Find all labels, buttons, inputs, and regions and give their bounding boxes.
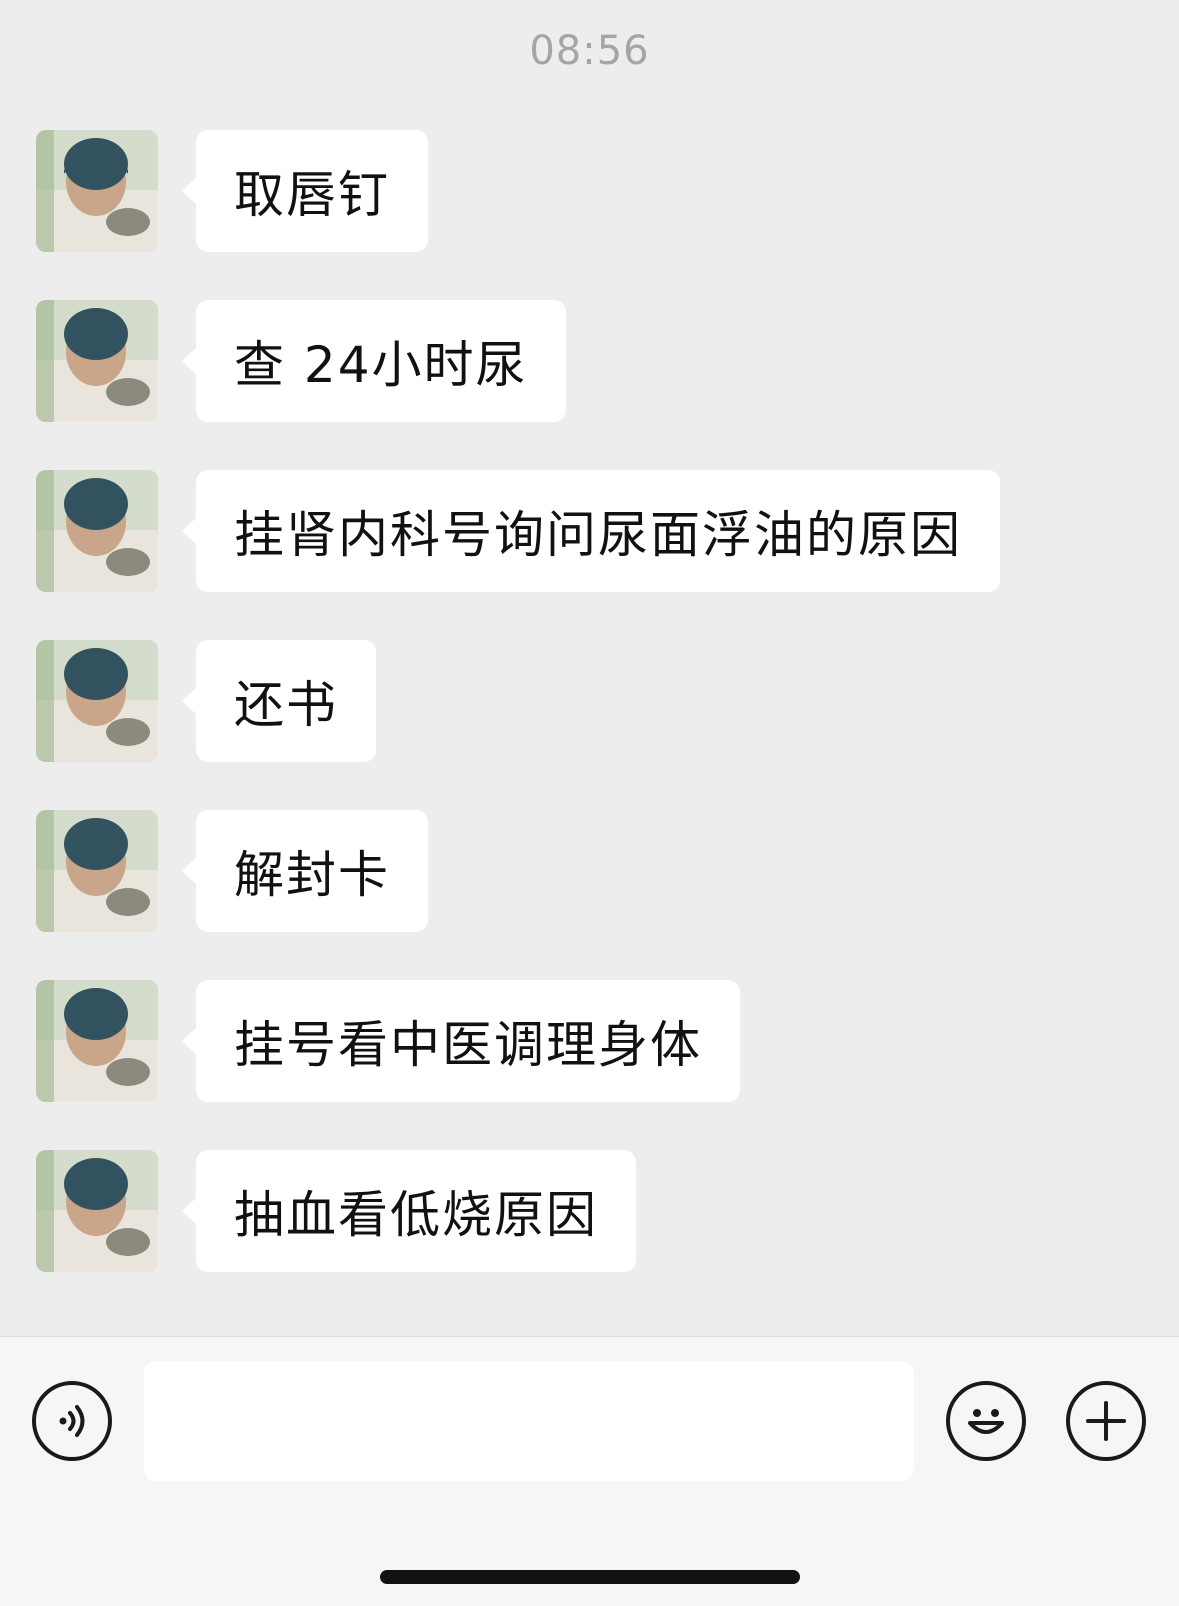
message-row: 查 24小时尿 (36, 300, 566, 422)
avatar-image (36, 300, 158, 422)
home-indicator[interactable] (380, 1570, 800, 1584)
message-bubble[interactable]: 还书 (182, 640, 376, 762)
avatar-image (36, 1150, 158, 1272)
message-bubble[interactable]: 挂号看中医调理身体 (182, 980, 740, 1102)
message-timestamp: 08:56 (529, 28, 650, 74)
message-row: 解封卡 (36, 810, 428, 932)
input-bar (0, 1336, 1179, 1606)
emoji-icon (968, 1409, 1004, 1434)
message-bubble[interactable]: 查 24小时尿 (182, 300, 566, 422)
more-button[interactable] (1066, 1381, 1146, 1461)
avatar-image (36, 470, 158, 592)
message-row: 抽血看低烧原因 (36, 1150, 636, 1272)
avatar[interactable] (36, 810, 158, 932)
emoji-button[interactable] (946, 1381, 1026, 1461)
avatar-image (36, 980, 158, 1102)
voice-button[interactable] (32, 1381, 112, 1461)
message-row: 取唇钉 (36, 130, 428, 252)
avatar-image (36, 810, 158, 932)
message-bubble[interactable]: 解封卡 (182, 810, 428, 932)
avatar-image (36, 130, 158, 252)
message-row: 挂号看中医调理身体 (36, 980, 740, 1102)
avatar[interactable] (36, 470, 158, 592)
message-bubble[interactable]: 抽血看低烧原因 (182, 1150, 636, 1272)
message-bubble[interactable]: 挂肾内科号询问尿面浮油的原因 (182, 470, 1000, 592)
avatar[interactable] (36, 1150, 158, 1272)
plus-icon (1086, 1401, 1126, 1441)
message-row: 挂肾内科号询问尿面浮油的原因 (36, 470, 1000, 592)
avatar-image (36, 640, 158, 762)
message-input[interactable] (144, 1361, 914, 1481)
message-bubble[interactable]: 取唇钉 (182, 130, 428, 252)
message-row: 还书 (36, 640, 376, 762)
avatar[interactable] (36, 640, 158, 762)
avatar[interactable] (36, 130, 158, 252)
chat-area: 08:56 取唇钉 查 24小时尿 挂肾内科号询问尿面浮油的原因 还书 解封卡 … (0, 0, 1179, 1336)
avatar[interactable] (36, 980, 158, 1102)
avatar[interactable] (36, 300, 158, 422)
voice-icon (59, 1405, 85, 1437)
